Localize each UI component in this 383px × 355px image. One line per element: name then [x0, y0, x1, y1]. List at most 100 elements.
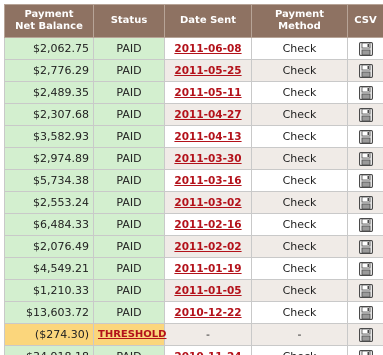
date-sent-link[interactable]: 2011-01-05: [174, 285, 241, 297]
status-threshold-link[interactable]: THRESHOLD: [93, 323, 166, 346]
payment-method-cell: Check: [251, 301, 348, 324]
date-sent-cell: 2011-03-16: [164, 169, 252, 192]
payment-method-cell: Check: [251, 213, 348, 236]
payments-table: Payment Net Balance Status Date Sent Pay…: [4, 4, 383, 355]
table-row: $2,776.29 PAID 2011-05-25 Check: [4, 59, 383, 82]
status-cell: PAID: [93, 125, 165, 148]
payment-net-balance-cell: $2,553.24: [4, 191, 94, 214]
table-row: $2,974.89 PAID 2011-03-30 Check: [4, 147, 383, 170]
payment-method-cell: Check: [251, 191, 348, 214]
save-icon[interactable]: [358, 85, 373, 100]
payment-net-balance-cell: $2,489.35: [4, 81, 94, 104]
save-icon[interactable]: [358, 283, 373, 298]
save-icon[interactable]: [358, 195, 373, 210]
payment-net-balance-cell: $2,076.49: [4, 235, 94, 258]
csv-download-cell: [347, 323, 383, 346]
table-row: $6,484.33 PAID 2011-02-16 Check: [4, 213, 383, 236]
csv-download-cell: [347, 191, 383, 214]
save-icon[interactable]: [358, 129, 373, 144]
payment-net-balance-cell: $4,549.21: [4, 257, 94, 280]
table-row: $34,918.18PAID 2010-11-24 Check: [4, 345, 383, 355]
date-sent-link[interactable]: 2010-11-24: [174, 351, 241, 355]
date-sent-link[interactable]: 2011-04-13: [174, 131, 241, 143]
date-sent-cell: 2011-05-25: [164, 59, 252, 82]
save-icon[interactable]: [358, 349, 373, 355]
payment-net-balance-cell: $6,484.33: [4, 213, 94, 236]
status-cell: PAID: [93, 103, 165, 126]
table-row: ($274.30) THRESHOLD - -: [4, 323, 383, 346]
date-sent-link[interactable]: 2011-05-25: [174, 65, 241, 77]
payment-method-cell: Check: [251, 59, 348, 82]
date-sent-link[interactable]: 2011-03-16: [174, 175, 241, 187]
date-sent-cell: 2011-03-30: [164, 147, 252, 170]
save-icon[interactable]: [358, 305, 373, 320]
csv-download-cell: [347, 235, 383, 258]
save-icon[interactable]: [358, 173, 373, 188]
status-cell: PAID: [93, 169, 165, 192]
csv-download-cell: [347, 257, 383, 280]
date-sent-cell: 2011-01-05: [164, 279, 252, 302]
save-icon[interactable]: [358, 217, 373, 232]
header-csv[interactable]: CSV: [347, 4, 383, 38]
csv-download-cell: [347, 125, 383, 148]
payment-net-balance-cell: $2,062.75: [4, 37, 94, 60]
date-sent-cell: 2011-06-08: [164, 37, 252, 60]
payments-table-body: $2,062.75 PAID 2011-06-08 Check $2,776.29 PAI…: [4, 37, 383, 355]
date-sent-cell: 2011-02-16: [164, 213, 252, 236]
date-sent-link[interactable]: 2011-05-11: [174, 87, 241, 99]
save-icon[interactable]: [358, 239, 373, 254]
date-sent-cell: 2010-12-22: [164, 301, 252, 324]
date-sent-link[interactable]: 2011-02-02: [174, 241, 241, 253]
date-sent-link[interactable]: 2011-01-19: [174, 263, 241, 275]
save-icon[interactable]: [358, 261, 373, 276]
csv-download-cell: [347, 147, 383, 170]
payment-method-cell: Check: [251, 147, 348, 170]
csv-download-cell: [347, 279, 383, 302]
payment-method-cell: Check: [251, 257, 348, 280]
status-cell: PAID: [93, 301, 165, 324]
date-sent-link[interactable]: 2010-12-22: [174, 307, 241, 319]
date-sent-link[interactable]: 2011-04-27: [174, 109, 241, 121]
date-sent-cell: 2011-05-11: [164, 81, 252, 104]
header-payment-method[interactable]: Payment Method: [251, 4, 348, 38]
status-cell: PAID: [93, 37, 165, 60]
payments-panel: Payment Net Balance Status Date Sent Pay…: [0, 0, 383, 355]
payment-method-cell: Check: [251, 169, 348, 192]
date-sent-cell: 2010-11-24: [164, 345, 252, 355]
date-sent-cell: 2011-02-02: [164, 235, 252, 258]
save-icon[interactable]: [358, 41, 373, 56]
status-cell: PAID: [93, 147, 165, 170]
save-icon[interactable]: [358, 151, 373, 166]
status-cell: PAID: [93, 191, 165, 214]
csv-download-cell: [347, 345, 383, 355]
csv-download-cell: [347, 301, 383, 324]
table-row: $1,210.33 PAID 2011-01-05 Check: [4, 279, 383, 302]
date-sent-link[interactable]: 2011-06-08: [174, 43, 241, 55]
save-icon[interactable]: [358, 327, 373, 342]
header-status[interactable]: Status: [93, 4, 165, 38]
payment-method-cell: Check: [251, 279, 348, 302]
table-row: $3,582.93 PAID 2011-04-13 Check: [4, 125, 383, 148]
save-icon[interactable]: [358, 107, 373, 122]
table-row: $5,734.38 PAID 2011-03-16 Check: [4, 169, 383, 192]
header-date-sent[interactable]: Date Sent: [164, 4, 252, 38]
table-row: $2,553.24 PAID 2011-03-02 Check: [4, 191, 383, 214]
date-sent-cell: -: [164, 323, 252, 346]
payment-net-balance-cell: $5,734.38: [4, 169, 94, 192]
header-payment-net-balance[interactable]: Payment Net Balance: [4, 4, 94, 38]
date-sent-link[interactable]: 2011-03-30: [174, 153, 241, 165]
payment-net-balance-cell: $2,307.68: [4, 103, 94, 126]
csv-download-cell: [347, 81, 383, 104]
date-sent-link[interactable]: 2011-02-16: [174, 219, 241, 231]
header-row: Payment Net Balance Status Date Sent Pay…: [4, 4, 383, 38]
payment-net-balance-cell: $1,210.33: [4, 279, 94, 302]
payment-net-balance-cell: $3,582.93: [4, 125, 94, 148]
payment-net-balance-cell: ($274.30): [4, 323, 94, 346]
save-icon[interactable]: [358, 63, 373, 78]
table-row: $2,062.75 PAID 2011-06-08 Check: [4, 37, 383, 60]
date-sent-cell: 2011-04-13: [164, 125, 252, 148]
table-row: $2,076.49 PAID 2011-02-02 Check: [4, 235, 383, 258]
payment-net-balance-cell: $34,918.18: [4, 345, 94, 355]
status-cell: PAID: [93, 345, 165, 355]
date-sent-link[interactable]: 2011-03-02: [174, 197, 241, 209]
